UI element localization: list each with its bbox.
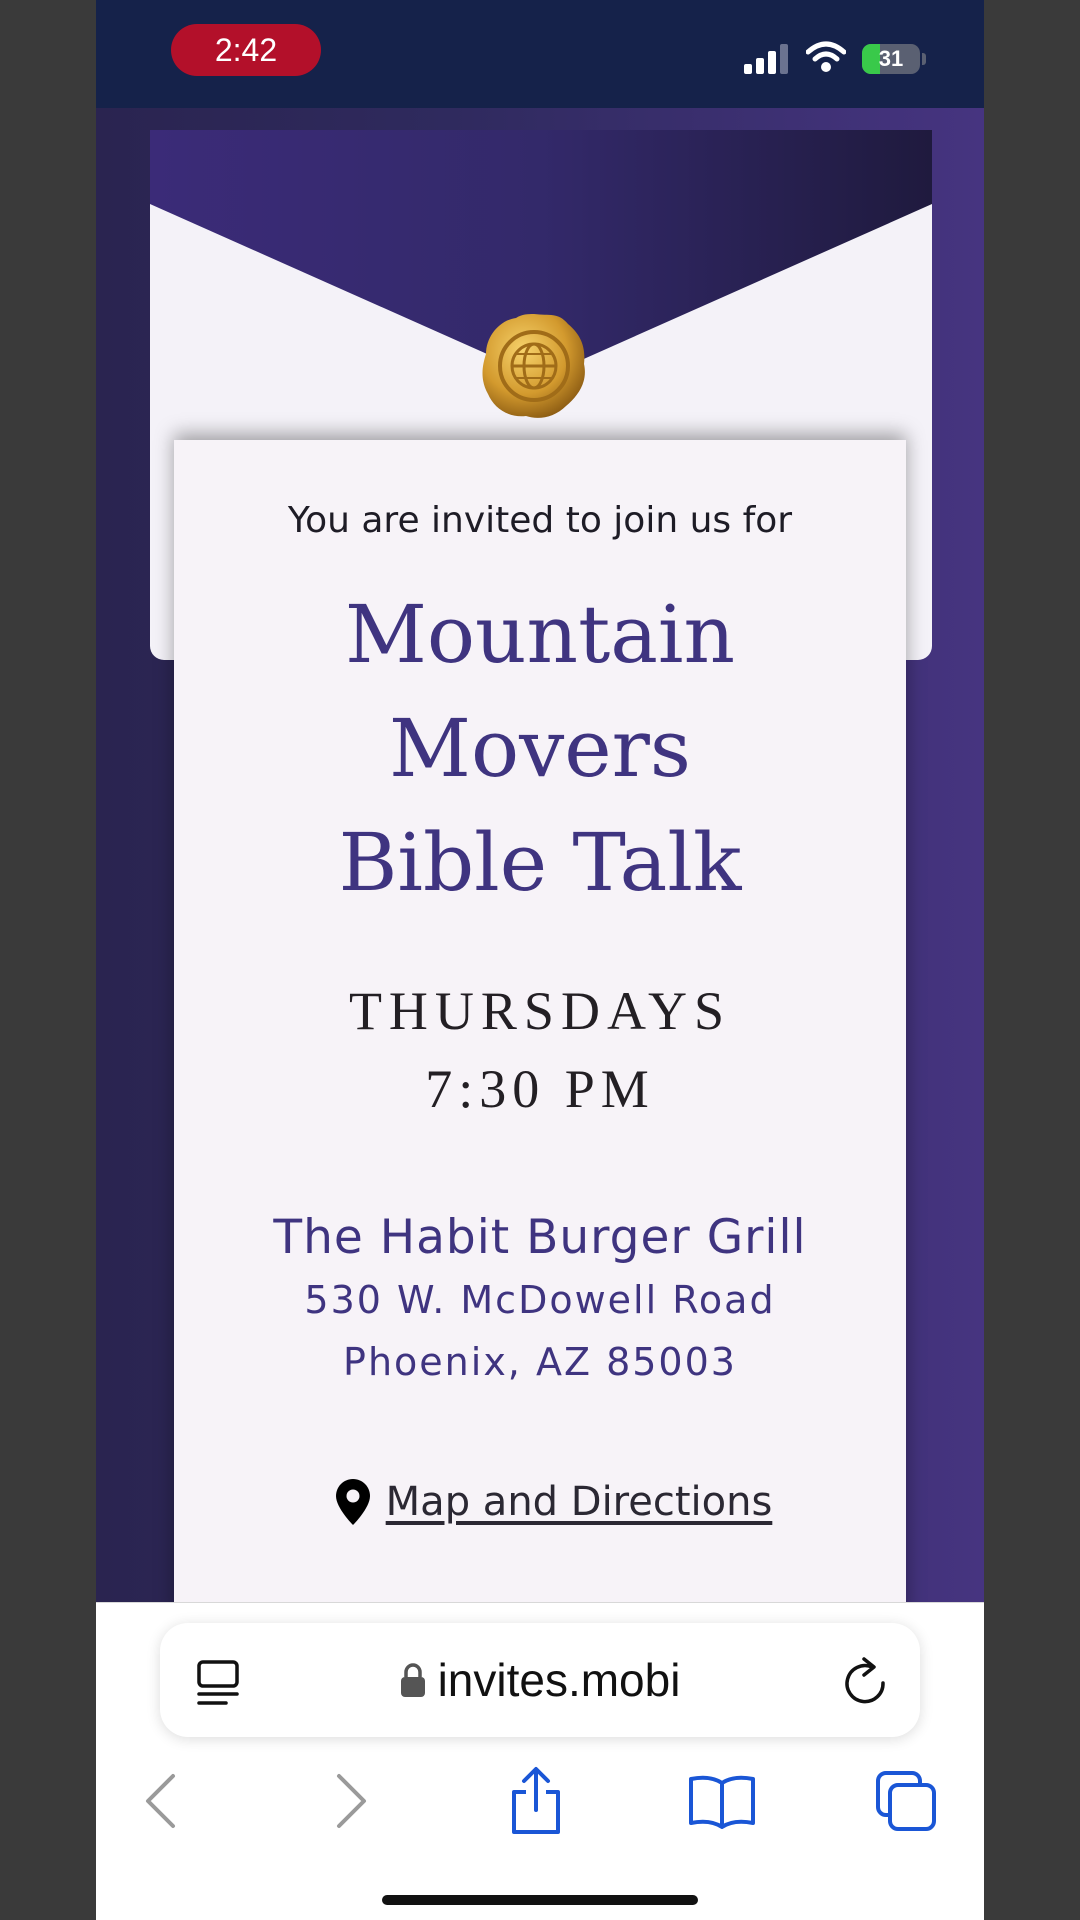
web-content[interactable]: You are invited to join us for Mountain …: [96, 108, 984, 1602]
phone-screen: 2:42 31 You are invited to join us for M…: [96, 0, 984, 1920]
invite-intro: You are invited to join us for: [287, 500, 793, 541]
address-bar[interactable]: invites.mobi: [160, 1623, 920, 1737]
map-directions-label[interactable]: Map and Directions: [386, 1479, 773, 1525]
url-display[interactable]: invites.mobi: [160, 1623, 920, 1737]
bookmarks-button[interactable]: [682, 1761, 762, 1841]
battery-percent: 31: [878, 46, 904, 71]
status-time[interactable]: 2:42: [171, 24, 321, 76]
forward-icon: [337, 1774, 366, 1828]
status-bar: 2:42 31: [96, 0, 984, 108]
event-title: Mountain Movers Bible Talk: [174, 578, 906, 920]
tabs-button[interactable]: [866, 1761, 946, 1841]
battery-nub: [922, 53, 926, 65]
home-indicator[interactable]: [382, 1895, 698, 1905]
battery-charging-icon: 31: [862, 44, 920, 74]
url-text: invites.mobi: [437, 1654, 681, 1706]
event-time: 7:30 PM: [425, 1059, 655, 1119]
share-icon: [512, 1767, 560, 1834]
forward-button[interactable]: [312, 1761, 392, 1841]
back-button[interactable]: [120, 1761, 200, 1841]
venue-address-street: 530 W. McDowell Road: [304, 1278, 776, 1322]
event-title-line: Bible Talk: [338, 816, 742, 909]
invitation-card: You are invited to join us for Mountain …: [174, 440, 906, 1602]
share-button[interactable]: [496, 1761, 576, 1841]
tabs-icon: [876, 1771, 936, 1831]
venue-address-city: Phoenix, AZ 85003: [343, 1340, 737, 1384]
status-time-text: 2:42: [214, 31, 278, 68]
map-directions-link[interactable]: Map and Directions: [314, 1472, 794, 1532]
lock-icon: [400, 1663, 425, 1697]
reload-icon[interactable]: [842, 1657, 888, 1707]
bookmarks-icon: [689, 1775, 755, 1829]
back-icon: [146, 1774, 175, 1828]
event-title-line: Movers: [389, 702, 691, 795]
signal-icon: [744, 44, 788, 74]
wifi-icon: [806, 41, 846, 72]
map-pin-icon: [335, 1479, 370, 1525]
event-day: THURSDAYS: [348, 981, 732, 1041]
browser-toolbar: invites.mobi: [96, 1602, 984, 1920]
globe-wax-seal-icon: [482, 314, 585, 418]
event-title-line: Mountain: [344, 588, 736, 681]
venue-name: The Habit Burger Grill: [273, 1210, 807, 1265]
